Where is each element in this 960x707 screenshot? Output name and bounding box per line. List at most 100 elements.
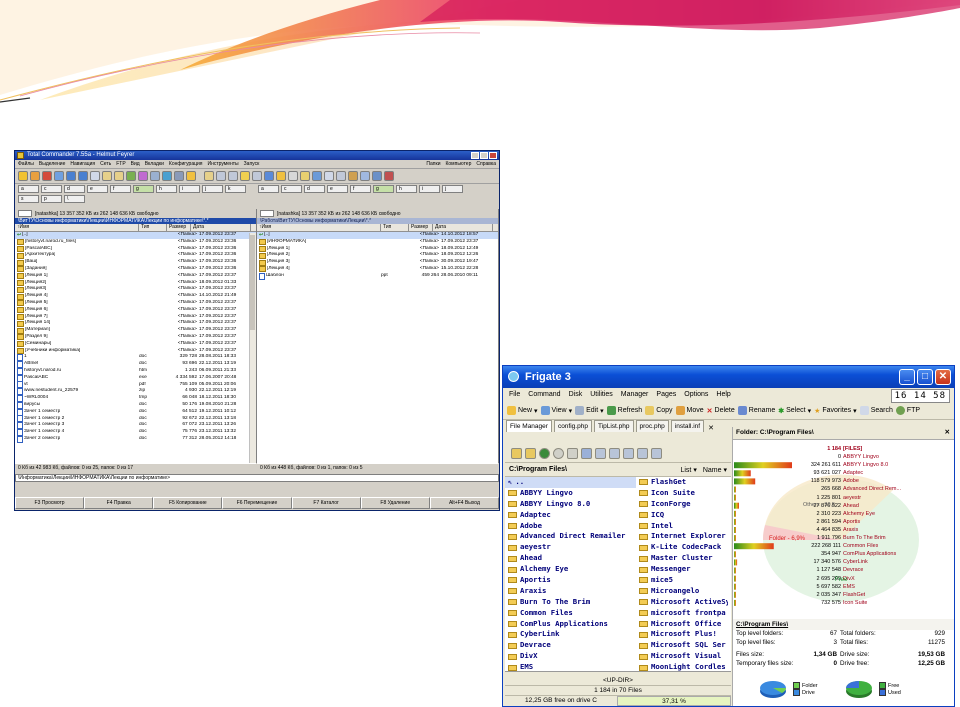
close-icon[interactable]: ✕: [945, 427, 950, 439]
drive-button[interactable]: h: [396, 185, 417, 193]
drive-button[interactable]: s: [18, 195, 39, 203]
new-button[interactable]: New ▾: [507, 406, 538, 415]
list-item[interactable]: K-Lite CodecPack: [636, 542, 728, 553]
star-icon[interactable]: [240, 171, 250, 181]
col-size-header[interactable]: Размер: [167, 224, 191, 231]
drive-button[interactable]: a: [18, 185, 39, 193]
table-row[interactable]: Зачет 1 семестр 3 doc 67 072 23.12.2011 13:…: [15, 422, 256, 430]
list-item[interactable]: Microangelo: [636, 586, 728, 597]
col-name-header[interactable]: ↑Имя: [15, 224, 139, 231]
size-row[interactable]: 222 268 111 Common Files: [733, 542, 951, 550]
table-row[interactable]: [Лекция2] <Папка> 18.09.2012 01:33: [15, 280, 256, 287]
menu-item[interactable]: Инструменты: [207, 160, 238, 168]
col-name-header[interactable]: ↑Имя: [257, 224, 381, 231]
table-row[interactable]: Зачет 1 семестр 4 doc 75 776 23.12.2011 13:…: [15, 429, 256, 436]
tc-title-bar[interactable]: Total Commander 7.55a - Helmut Feyrer: [15, 151, 499, 160]
list-item[interactable]: ABBYY Lingvo 8.0: [505, 499, 636, 510]
size-row[interactable]: 4 464 835 Araxis: [733, 526, 951, 534]
drive-combo[interactable]: [18, 210, 32, 217]
network-icon[interactable]: [162, 171, 172, 181]
list-item[interactable]: ComPlus Applications: [505, 619, 636, 630]
table-row[interactable]: ↩ [..] <Папка> 17.09.2012 23:37: [15, 232, 256, 239]
exit-button[interactable]: Alt+F4 Выход: [429, 497, 499, 509]
list-item[interactable]: Intel: [636, 521, 728, 532]
forward-icon[interactable]: [553, 447, 564, 459]
table-row[interactable]: [Лекция3] <Папка> 17.09.2012 23:37: [15, 286, 256, 293]
sort-icon[interactable]: [138, 171, 148, 181]
col-ext-header[interactable]: Тип: [381, 224, 409, 231]
drive-button[interactable]: g: [373, 185, 394, 193]
menu-item-utilities[interactable]: Utilities: [590, 388, 613, 402]
drive-button[interactable]: d: [64, 185, 85, 193]
table-row[interactable]: Зачет 1 семестр doc 64 512 19.12.2011 10:12: [15, 408, 256, 416]
table-row[interactable]: [Лекция 1] <Папка> 18.09.2012 12:49: [257, 246, 498, 253]
table-row[interactable]: [Лекция 6] <Папка> 17.09.2012 23:37: [15, 307, 256, 314]
table-row[interactable]: [Семинары] <Папка> 17.09.2012 23:37: [15, 341, 256, 348]
folder-icon[interactable]: [511, 447, 522, 459]
size-row[interactable]: 5 697 582 EMS: [733, 583, 951, 591]
list-item[interactable]: microsoft frontpa: [636, 608, 728, 619]
size-row[interactable]: 27 876 522 Ahead: [733, 502, 951, 510]
col-date-header[interactable]: Дата: [191, 224, 251, 231]
table-row[interactable]: www.nestudent.ru_22579 zip 4 930 22.12.2011…: [15, 388, 256, 396]
list-item[interactable]: Adaptec: [505, 510, 636, 521]
table-row[interactable]: [Задания] <Папка> 17.09.2012 23:36: [15, 266, 256, 273]
list-item[interactable]: Microsoft ActiveSy: [636, 597, 728, 608]
table-row[interactable]: historyvt.narod.ru htm 1 243 06.09.2011 21:…: [15, 367, 256, 375]
size-row[interactable]: 118 579 973 Adobe: [733, 477, 951, 485]
list-item[interactable]: Advanced Direct Remailer: [505, 531, 636, 542]
menu-item-disk[interactable]: Disk: [569, 388, 583, 402]
back-icon[interactable]: [539, 447, 550, 459]
list-item[interactable]: MoonLight Cordles: [636, 662, 728, 671]
scrollbar[interactable]: [249, 233, 256, 463]
forward-arrow-icon[interactable]: [78, 171, 88, 181]
table-row[interactable]: [Раздел 9] <Папка> 17.09.2012 23:37: [15, 334, 256, 341]
col-date-header[interactable]: Дата: [433, 224, 493, 231]
list-item[interactable]: Adobe: [505, 521, 636, 532]
table-row[interactable]: [Лекция 7] <Папка> 17.09.2012 23:37: [15, 314, 256, 321]
table-row[interactable]: [Лекция 4] <Папка> 15.10.2012 22:28: [257, 266, 498, 273]
f8-delete-button[interactable]: F8 Удаление: [360, 497, 430, 509]
drive-button[interactable]: c: [281, 185, 302, 193]
table-row[interactable]: vt pdf 755 109 05.09.2011 20:06: [15, 381, 256, 389]
menu-item-help[interactable]: Help: [716, 388, 730, 402]
document-icon[interactable]: [288, 171, 298, 181]
rename-button[interactable]: Rename: [737, 406, 775, 415]
sort-dropdown[interactable]: Name ▾: [703, 466, 727, 474]
table-row[interactable]: [Лекция 2] <Папка> 18.09.2012 12:26: [257, 252, 498, 259]
refresh-button[interactable]: Refresh: [606, 406, 642, 415]
maximize-icon[interactable]: □: [917, 369, 933, 385]
list-item[interactable]: Alchemy Eye: [505, 564, 636, 575]
table-row[interactable]: [Лекция 14] <Папка> 17.09.2012 23:37: [15, 320, 256, 327]
search-button[interactable]: Search: [859, 406, 893, 415]
table-row[interactable]: вирусы doc 50 176 19.08.2010 21:28: [15, 401, 256, 409]
list-item[interactable]: Master Cluster: [636, 553, 728, 564]
pane-path[interactable]: C:\Program Files\: [509, 466, 567, 473]
up-icon[interactable]: [567, 447, 578, 459]
list-item[interactable]: Common Files: [505, 608, 636, 619]
menu-item[interactable]: Папки: [426, 160, 440, 168]
table-row[interactable]: ABInet doc 93 696 22.12.2011 13:19: [15, 361, 256, 368]
menu-item[interactable]: Файлы: [18, 160, 34, 168]
table-row[interactable]: [historyvt.narod.ru_files] <Папка> 17.09.2…: [15, 239, 256, 246]
menu-item[interactable]: Запуск: [244, 160, 260, 168]
drive-icon[interactable]: [651, 447, 662, 459]
drive-button[interactable]: k: [225, 185, 246, 193]
gear-icon[interactable]: [30, 171, 40, 181]
drive-button[interactable]: a: [258, 185, 279, 193]
size-row[interactable]: 1 225 801 aeyestr: [733, 494, 951, 502]
folder-icon[interactable]: [204, 171, 214, 181]
ftp-icon[interactable]: [174, 171, 184, 181]
list-item[interactable]: FlashGet: [636, 477, 728, 488]
folder-icon[interactable]: [102, 171, 112, 181]
stop-icon[interactable]: [384, 171, 394, 181]
menu-item-manager[interactable]: Manager: [621, 388, 649, 402]
list-item[interactable]: Burn To The Brim: [505, 597, 636, 608]
table-row[interactable]: [Архитектура] <Папка> 17.09.2012 23:36: [15, 252, 256, 259]
table-row[interactable]: [Ваш] <Папка> 17.09.2012 23:36: [15, 259, 256, 266]
list-item[interactable]: Araxis: [505, 586, 636, 597]
drive-button[interactable]: f: [110, 185, 131, 193]
settings-icon[interactable]: [18, 171, 28, 181]
list-item[interactable]: ICQ: [636, 510, 728, 521]
table-row[interactable]: Зачет 2 семестр doc 77 312 28.05.2012 14:18: [15, 435, 256, 443]
